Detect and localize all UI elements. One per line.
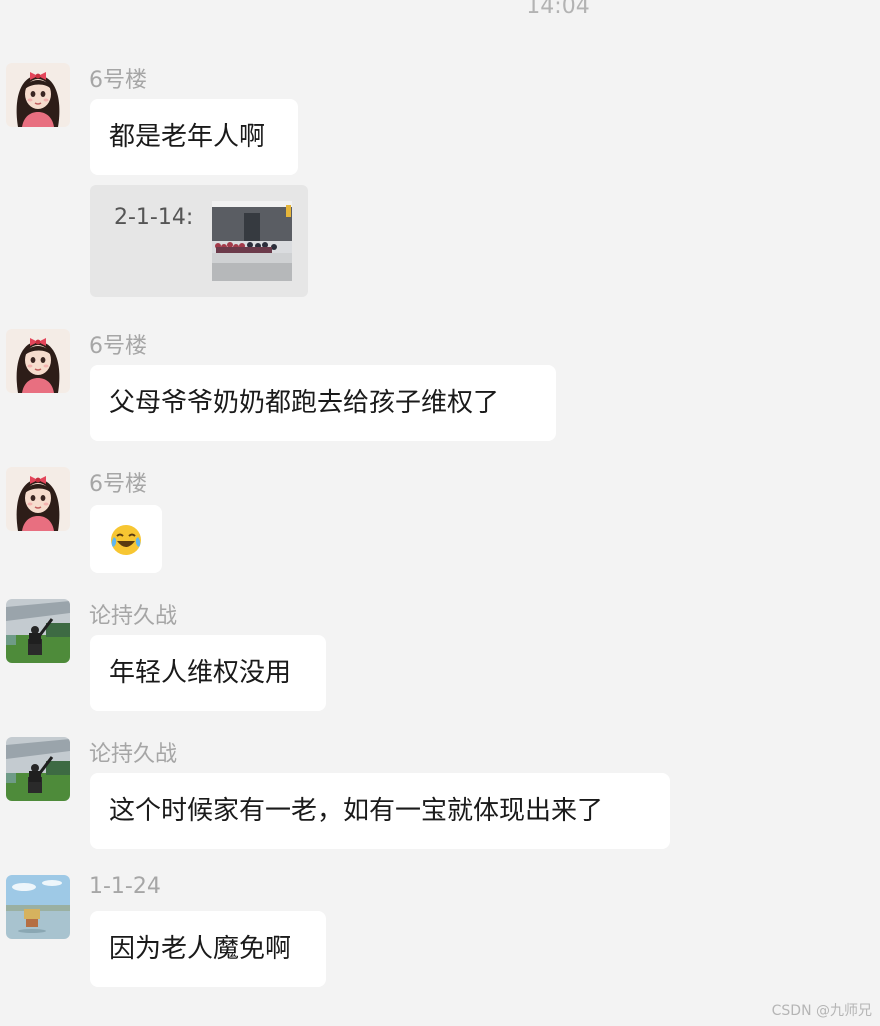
sender-name: 6号楼	[89, 68, 147, 93]
message-bubble[interactable]: 这个时候家有一老，如有一宝就体现出来了	[90, 773, 670, 849]
watermark: CSDN @九师兄	[771, 1003, 872, 1019]
sender-name: 6号楼	[89, 472, 147, 497]
message-bubble[interactable]: 年轻人维权没用	[90, 635, 326, 711]
sender-name: 6号楼	[89, 334, 147, 359]
chat-timestamp: 14:04	[526, 0, 590, 19]
girl-avatar[interactable]	[6, 329, 70, 393]
message-bubble[interactable]: 因为老人魔免啊	[90, 911, 326, 987]
message-bubble[interactable]: 父母爷爷奶奶都跑去给孩子维权了	[90, 365, 556, 441]
crying-laughing-emoji	[111, 524, 141, 555]
seaside-avatar[interactable]	[6, 875, 70, 939]
girl-avatar[interactable]	[6, 63, 70, 127]
sender-name: 1-1-24	[89, 874, 161, 899]
sender-name: 论持久战	[89, 742, 178, 767]
emoji-bubble[interactable]	[90, 505, 162, 573]
man-on-grass-avatar[interactable]	[6, 737, 70, 801]
girl-avatar[interactable]	[6, 467, 70, 531]
street-crowd-photo[interactable]	[212, 201, 292, 281]
quoted-image-card[interactable]: 2-1-14:	[90, 185, 308, 297]
quote-label: 2-1-14:	[114, 205, 194, 230]
sender-name: 论持久战	[89, 604, 178, 629]
man-on-grass-avatar[interactable]	[6, 599, 70, 663]
message-bubble[interactable]: 都是老年人啊	[90, 99, 298, 175]
